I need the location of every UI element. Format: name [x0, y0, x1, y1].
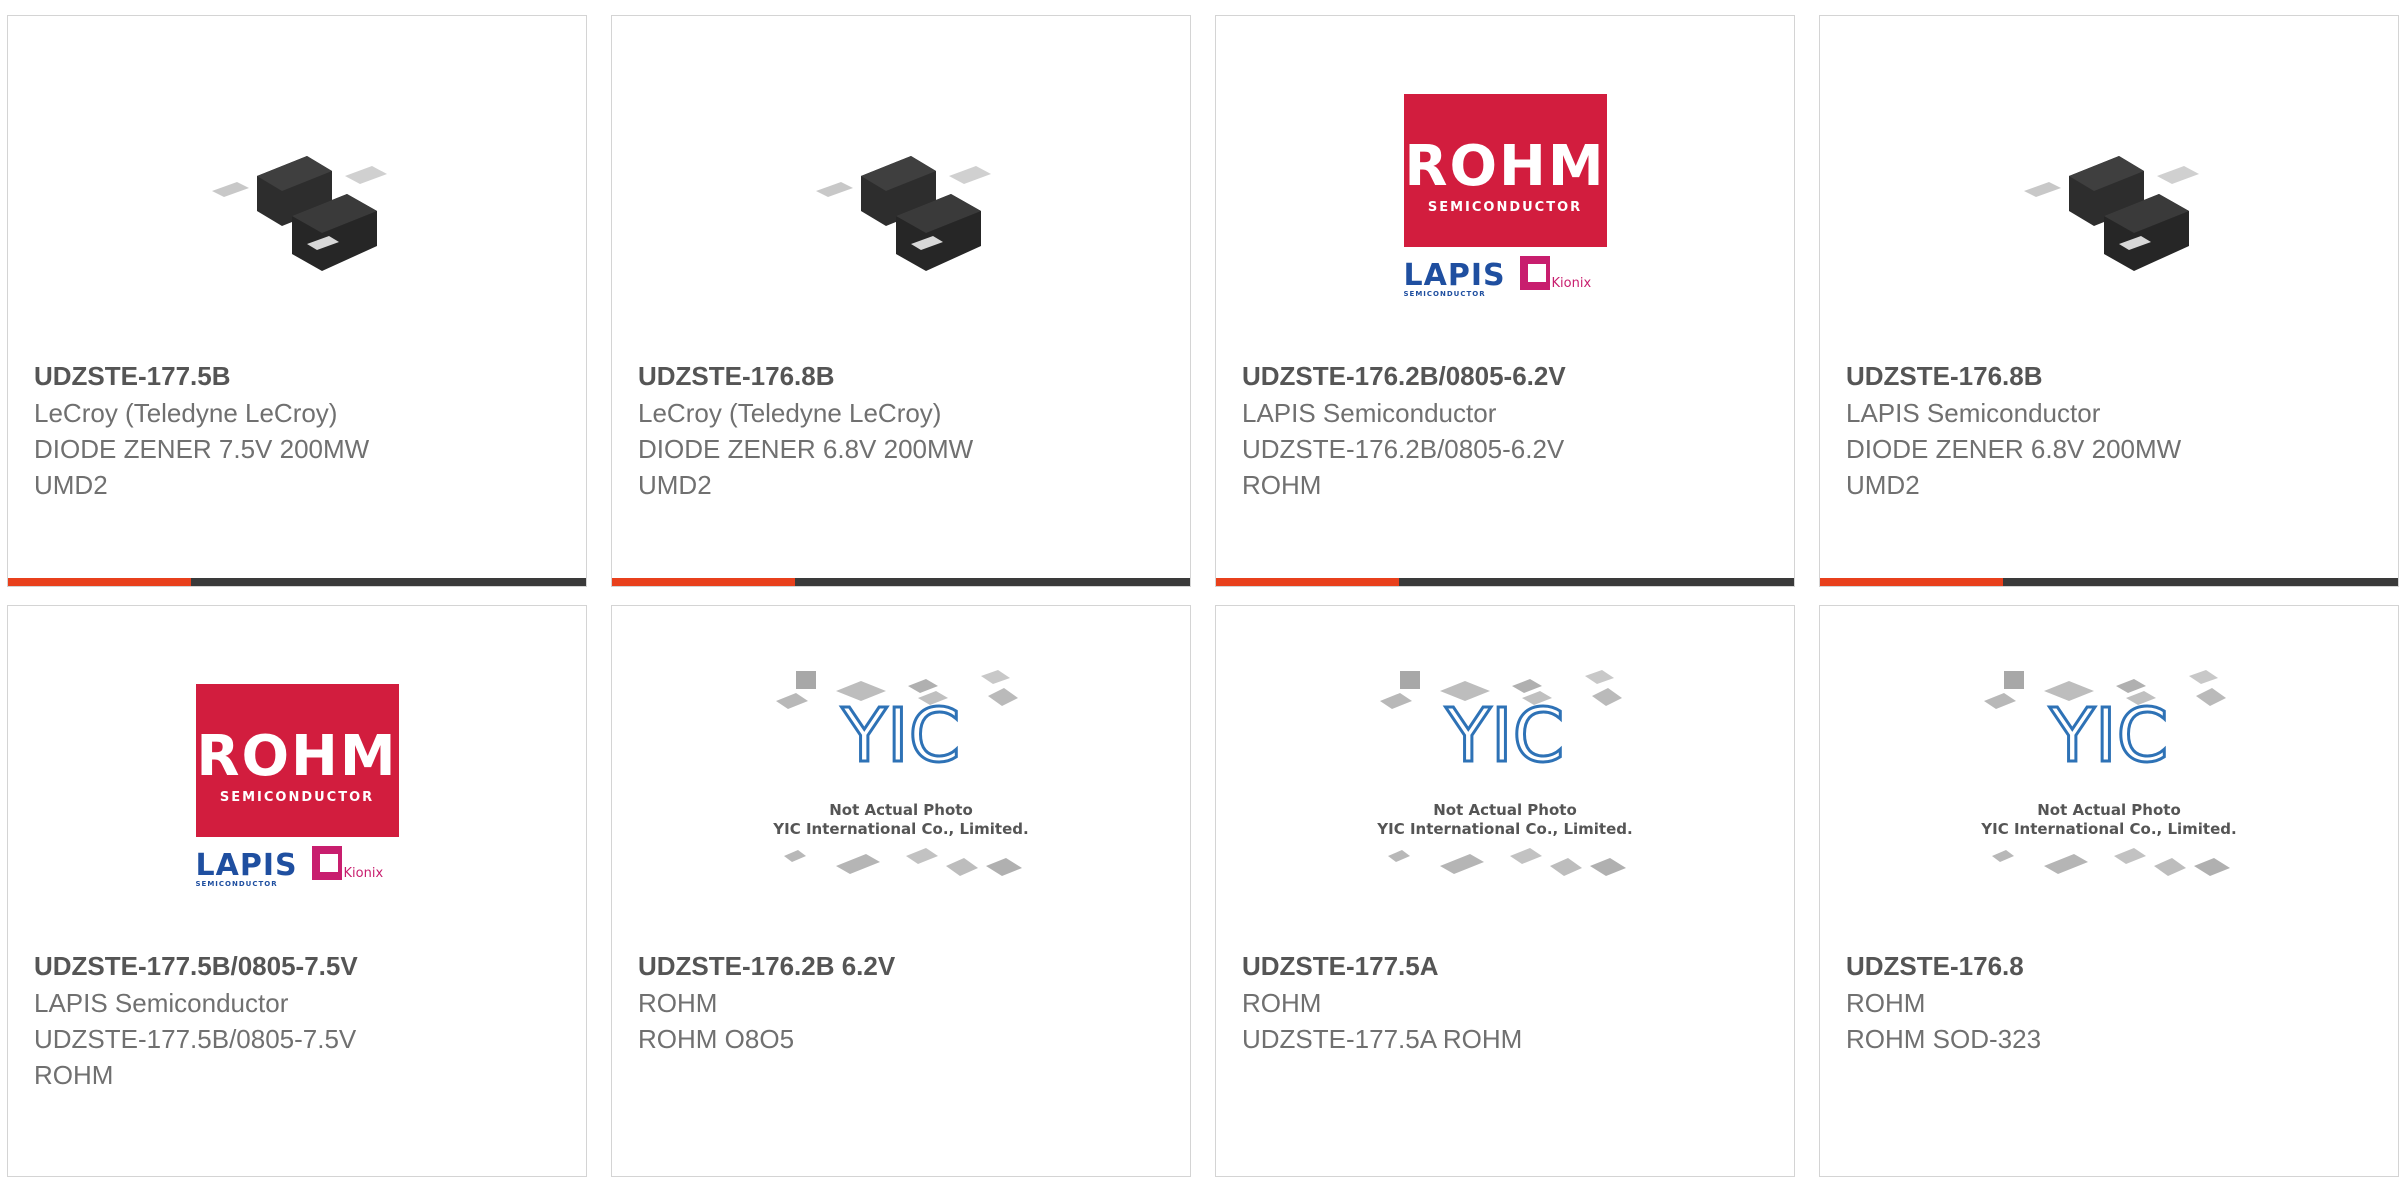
yic-placeholder-image: YIC Not Actual Photo YIC International C… [1370, 666, 1640, 906]
product-image: ROHM SEMICONDUCTOR LAPIS SEMICONDUCTOR K… [8, 666, 586, 906]
kionix-brand: Kionix [343, 866, 384, 881]
package: UMD2 [638, 470, 712, 500]
manufacturer: LAPIS Semiconductor [34, 988, 289, 1018]
yic-caption-1: Not Actual Photo [2037, 801, 2181, 819]
yic-caption-2: YIC International Co., Limited. [1981, 820, 2237, 838]
lapis-sub: SEMICONDUCTOR [1403, 290, 1486, 298]
yic-placeholder-image: YIC Not Actual Photo YIC International C… [1974, 666, 2244, 906]
lapis-brand: LAPIS [1403, 258, 1506, 293]
diode-package-icon [816, 156, 991, 271]
part-number[interactable]: UDZSTE-177.5B/0805-7.5V [34, 951, 358, 982]
yic-mark: YIC [1445, 693, 1565, 779]
product-image [8, 76, 586, 316]
description: ROHM O8O5 [638, 1024, 795, 1054]
product-card[interactable]: YIC Not Actual Photo YIC International C… [1215, 605, 1795, 1177]
package: ROHM [1242, 470, 1322, 500]
rohm-sub: SEMICONDUCTOR [1427, 200, 1583, 215]
card-bottom-bar [1820, 578, 2398, 586]
yic-caption-1: Not Actual Photo [829, 801, 973, 819]
product-image: YIC Not Actual Photo YIC International C… [1216, 666, 1794, 906]
package: UMD2 [34, 470, 108, 500]
description: UDZSTE-177.5A ROHM [1242, 1024, 1523, 1054]
component-thumbnails-icon: YIC [776, 670, 1022, 876]
kionix-icon-inner [319, 854, 338, 872]
rohm-sub: SEMICONDUCTOR [219, 790, 375, 805]
manufacturer: LAPIS Semiconductor [1242, 398, 1497, 428]
description: DIODE ZENER 6.8V 200MW [1846, 434, 2182, 464]
product-card[interactable]: UDZSTE-177.5B LeCroy (Teledyne LeCroy) D… [7, 15, 587, 587]
description: ROHM SOD-323 [1846, 1024, 2042, 1054]
part-number[interactable]: UDZSTE-176.2B/0805-6.2V [1242, 361, 1566, 392]
yic-mark: YIC [841, 693, 961, 779]
product-image: ROHM SEMICONDUCTOR LAPIS SEMICONDUCTOR K… [1216, 76, 1794, 316]
yic-mark: YIC [2049, 693, 2169, 779]
manufacturer: ROHM [1846, 988, 1926, 1018]
description: UDZSTE-177.5B/0805-7.5V [34, 1024, 357, 1054]
component-thumbnails-icon: YIC [1380, 670, 1626, 876]
card-accent [8, 578, 191, 586]
yic-placeholder-image: YIC Not Actual Photo YIC International C… [766, 666, 1036, 906]
product-grid: UDZSTE-177.5B LeCroy (Teledyne LeCroy) D… [0, 0, 2400, 1177]
card-bottom-bar [1216, 578, 1794, 586]
manufacturer: ROHM [1242, 988, 1322, 1018]
product-image: YIC Not Actual Photo YIC International C… [1820, 666, 2398, 906]
yic-caption-2: YIC International Co., Limited. [773, 820, 1029, 838]
description: DIODE ZENER 6.8V 200MW [638, 434, 974, 464]
lapis-sub: SEMICONDUCTOR [195, 880, 278, 888]
part-number[interactable]: UDZSTE-176.2B 6.2V [638, 951, 895, 982]
diode-package-icon [2024, 156, 2199, 271]
part-number[interactable]: UDZSTE-177.5B [34, 361, 231, 392]
product-image [1820, 76, 2398, 316]
rohm-brand: ROHM [1404, 134, 1606, 199]
yic-caption-2: YIC International Co., Limited. [1377, 820, 1633, 838]
rohm-logo-block: ROHM SEMICONDUCTOR [195, 684, 399, 837]
diode-package-icon [212, 156, 387, 271]
component-thumbnails-icon: YIC [1984, 670, 2230, 876]
product-image: YIC Not Actual Photo YIC International C… [612, 666, 1190, 906]
yic-caption-1: Not Actual Photo [1433, 801, 1577, 819]
card-accent [1216, 578, 1399, 586]
card-accent [1820, 578, 2003, 586]
product-card[interactable]: YIC Not Actual Photo YIC International C… [611, 605, 1191, 1177]
product-image [612, 76, 1190, 316]
card-bottom-bar [8, 578, 586, 586]
product-card[interactable]: ROHM SEMICONDUCTOR LAPIS SEMICONDUCTOR K… [7, 605, 587, 1177]
part-number[interactable]: UDZSTE-177.5A [1242, 951, 1439, 982]
product-card[interactable]: ROHM SEMICONDUCTOR LAPIS SEMICONDUCTOR K… [1215, 15, 1795, 587]
manufacturer: LeCroy (Teledyne LeCroy) [34, 398, 338, 428]
kionix-brand: Kionix [1551, 276, 1592, 291]
manufacturer: LeCroy (Teledyne LeCroy) [638, 398, 942, 428]
part-number[interactable]: UDZSTE-176.8B [1846, 361, 2043, 392]
product-card[interactable]: UDZSTE-176.8B LeCroy (Teledyne LeCroy) D… [611, 15, 1191, 587]
description: UDZSTE-176.2B/0805-6.2V [1242, 434, 1565, 464]
rohm-brand: ROHM [196, 724, 398, 789]
part-number[interactable]: UDZSTE-176.8 [1846, 951, 2024, 982]
description: DIODE ZENER 7.5V 200MW [34, 434, 370, 464]
package: UMD2 [1846, 470, 1920, 500]
package: ROHM [34, 1060, 114, 1090]
product-card[interactable]: UDZSTE-176.8B LAPIS Semiconductor DIODE … [1819, 15, 2399, 587]
manufacturer: ROHM [638, 988, 718, 1018]
kionix-icon-inner [1527, 264, 1546, 282]
card-bottom-bar [612, 578, 1190, 586]
rohm-logo-block: ROHM SEMICONDUCTOR [1403, 94, 1607, 247]
rohm-logo: ROHM SEMICONDUCTOR LAPIS SEMICONDUCTOR K… [1403, 94, 1607, 298]
part-number[interactable]: UDZSTE-176.8B [638, 361, 835, 392]
manufacturer: LAPIS Semiconductor [1846, 398, 2101, 428]
product-card[interactable]: YIC Not Actual Photo YIC International C… [1819, 605, 2399, 1177]
rohm-logo: ROHM SEMICONDUCTOR LAPIS SEMICONDUCTOR K… [195, 684, 399, 888]
card-accent [612, 578, 795, 586]
lapis-brand: LAPIS [195, 848, 298, 883]
